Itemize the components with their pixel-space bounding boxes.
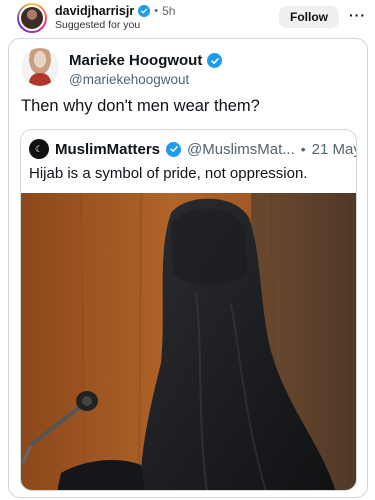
- tweet-author-row: Marieke Hoogwout: [69, 52, 223, 69]
- quoted-author-handle: @MuslimsMat...: [187, 140, 295, 158]
- suggested-label: Suggested for you: [55, 19, 141, 31]
- poster-name-row: davidjharrisjr • 5h: [55, 4, 175, 18]
- quoted-tweet: ☾ MuslimMatters @MuslimsMat... • 21 May …: [20, 129, 357, 491]
- tweet-author-avatar: [21, 48, 59, 86]
- tweet-text: Then why don't men wear them?: [21, 97, 260, 115]
- tweet-author-name: Marieke Hoogwout: [69, 52, 203, 69]
- more-options-icon[interactable]: ···: [349, 7, 366, 23]
- poster-avatar[interactable]: [17, 3, 47, 33]
- quoted-date: 21 May: [311, 140, 357, 158]
- tweet-card: Marieke Hoogwout @mariekehoogwout Then w…: [8, 38, 368, 498]
- post-time: 5h: [162, 4, 176, 18]
- verified-check-icon: [166, 141, 182, 157]
- poster-username[interactable]: davidjharrisjr: [55, 4, 134, 18]
- separator-dot: •: [154, 5, 159, 17]
- post-header: davidjharrisjr • 5h Suggested for you Fo…: [0, 0, 375, 36]
- follow-button[interactable]: Follow: [279, 6, 339, 28]
- verified-check-icon: [207, 53, 223, 68]
- separator-dot: •: [300, 141, 306, 157]
- quoted-text: Hijab is a symbol of pride, not oppressi…: [29, 165, 308, 182]
- tweet-author-handle: @mariekehoogwout: [69, 72, 190, 87]
- quoted-author-name: MuslimMatters: [55, 140, 161, 158]
- verified-check-icon: [138, 5, 151, 17]
- quoted-author-row: ☾ MuslimMatters @MuslimsMat... • 21 May: [29, 139, 357, 159]
- quoted-author-avatar: ☾: [29, 139, 49, 159]
- quoted-photo: [21, 193, 356, 490]
